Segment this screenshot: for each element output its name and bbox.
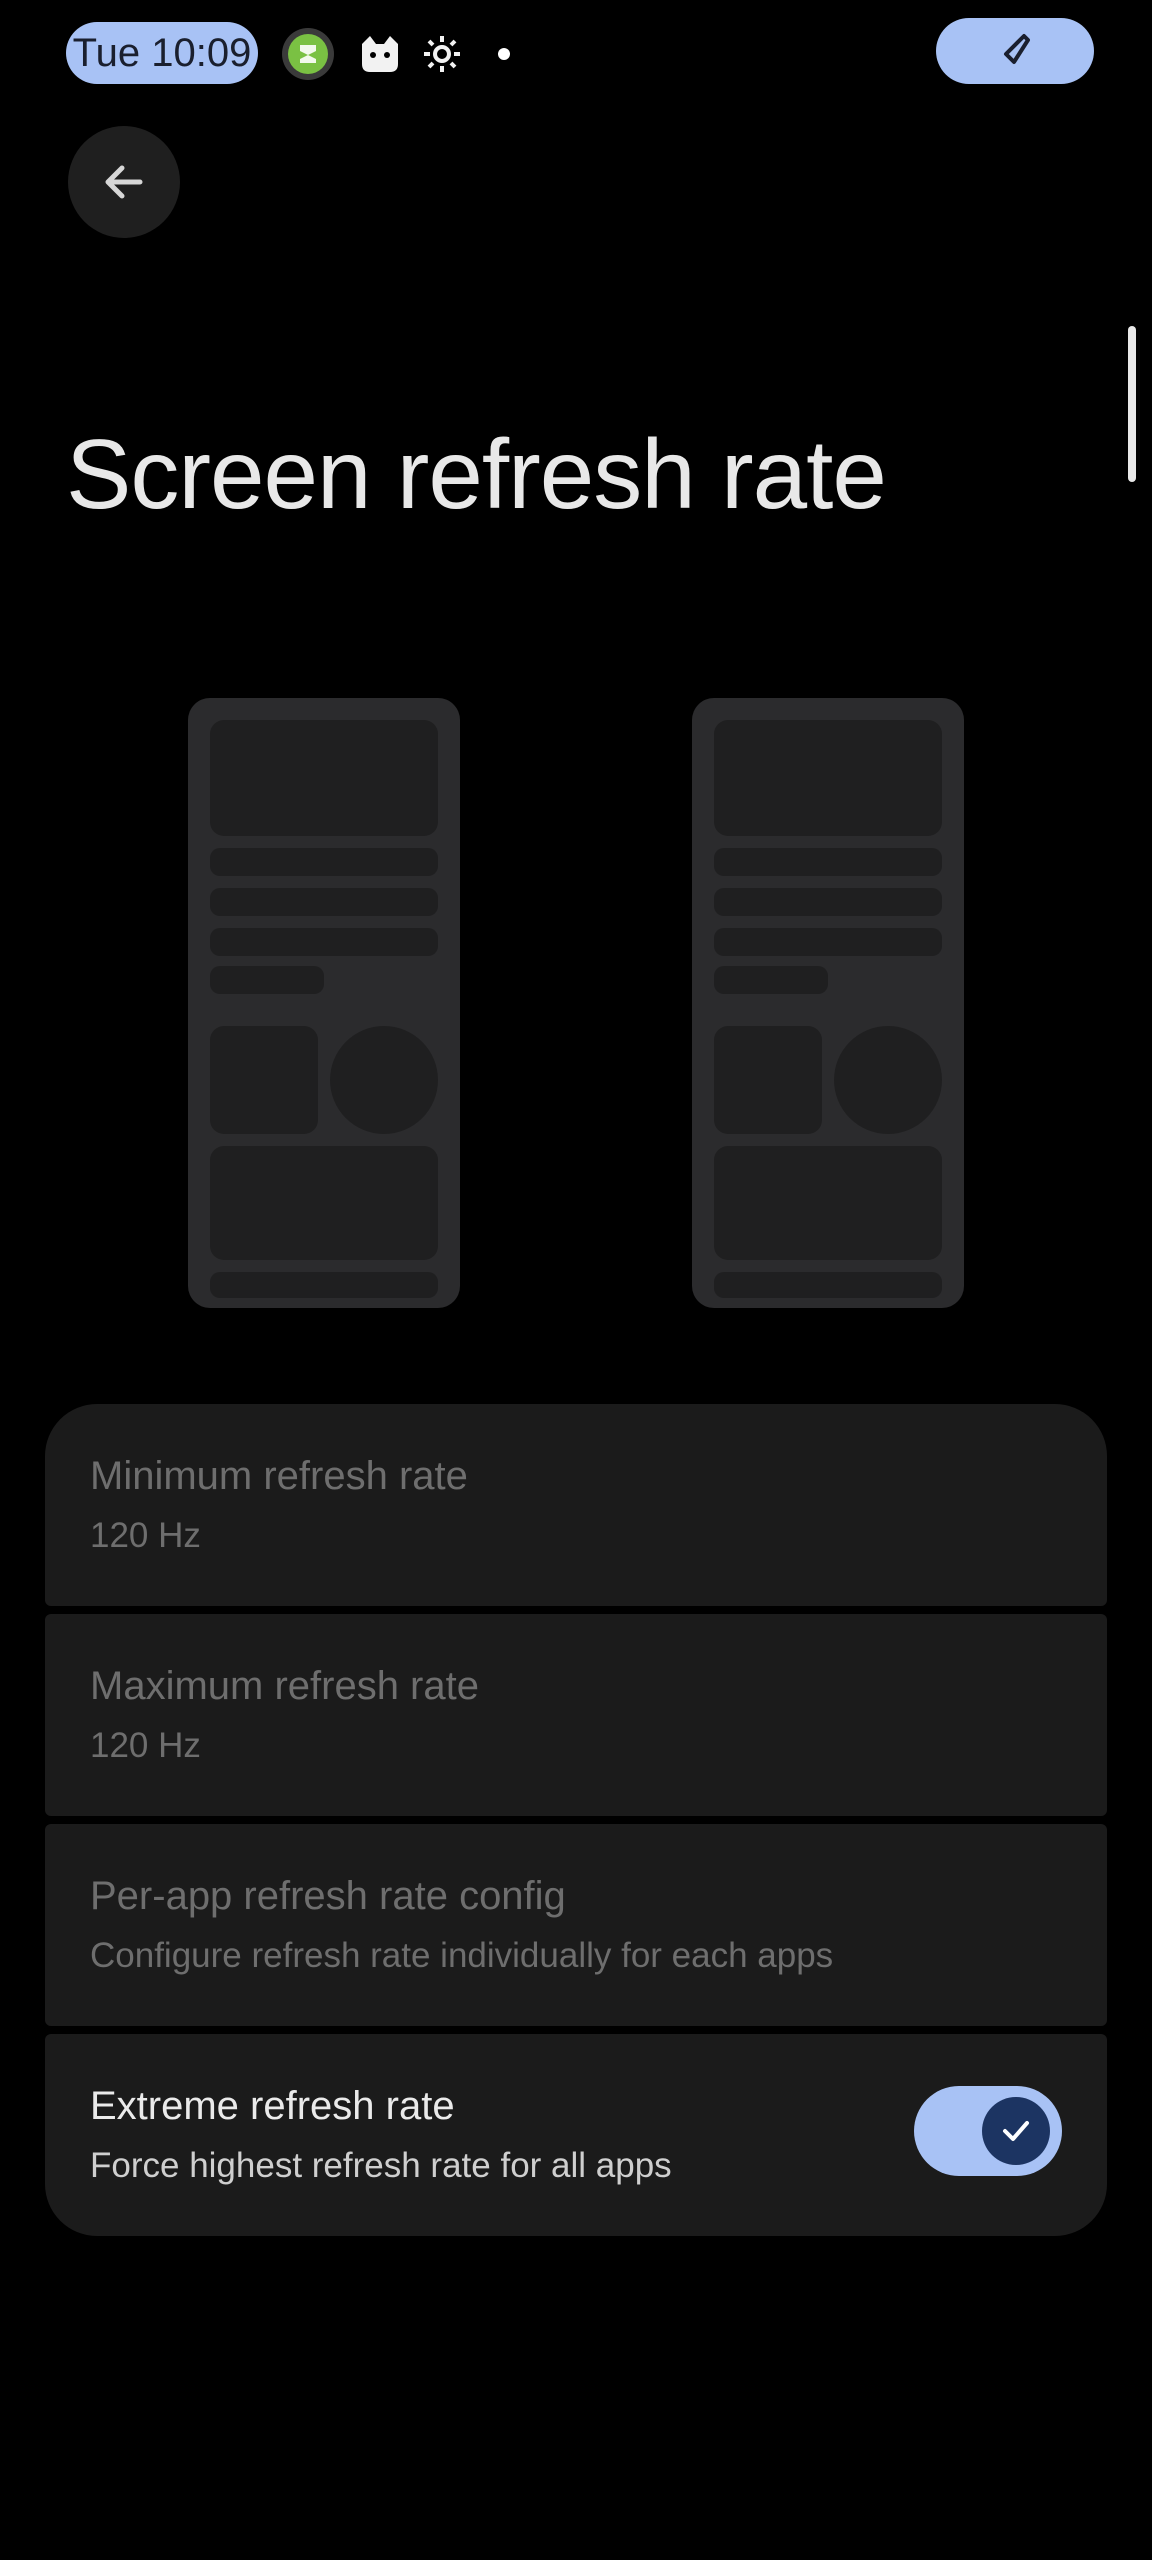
- setting-title: Per-app refresh rate config: [90, 1874, 566, 1918]
- setting-maximum-refresh-rate[interactable]: Maximum refresh rate 120 Hz: [45, 1614, 1107, 1816]
- status-bar: Tue 10:09: [0, 0, 1152, 110]
- shield-app-icon: [280, 26, 336, 82]
- status-time[interactable]: Tue 10:09: [66, 22, 258, 84]
- phone-call-icon: [1004, 34, 1030, 64]
- setting-title: Maximum refresh rate: [90, 1664, 479, 1708]
- setting-title: Extreme refresh rate: [90, 2084, 455, 2128]
- page-title: Screen refresh rate: [66, 419, 887, 529]
- arrow-left-icon: [105, 165, 143, 199]
- setting-summary: 120 Hz: [90, 1726, 201, 1765]
- setting-per-app-refresh-rate[interactable]: Per-app refresh rate config Configure re…: [45, 1824, 1107, 2026]
- illustration-phone-right: [692, 698, 964, 1308]
- call-indicator[interactable]: [936, 18, 1094, 84]
- cat-app-icon: [352, 26, 408, 82]
- checkmark-icon: [1003, 2121, 1029, 2141]
- setting-summary: Configure refresh rate individually for …: [90, 1936, 834, 1975]
- settings-gear-icon: [414, 26, 470, 82]
- setting-summary: 120 Hz: [90, 1516, 201, 1555]
- illustration-phone-left: [188, 698, 460, 1308]
- setting-extreme-refresh-rate[interactable]: Extreme refresh rate Force highest refre…: [45, 2034, 1107, 2236]
- setting-minimum-refresh-rate[interactable]: Minimum refresh rate 120 Hz: [45, 1404, 1107, 1606]
- notification-dot: [498, 48, 510, 60]
- toggle-knob: [982, 2097, 1050, 2165]
- scrollbar-thumb[interactable]: [1128, 326, 1136, 482]
- setting-title: Minimum refresh rate: [90, 1454, 468, 1498]
- setting-summary: Force highest refresh rate for all apps: [90, 2146, 672, 2185]
- extreme-refresh-toggle[interactable]: [914, 2086, 1062, 2176]
- back-button[interactable]: [68, 126, 180, 238]
